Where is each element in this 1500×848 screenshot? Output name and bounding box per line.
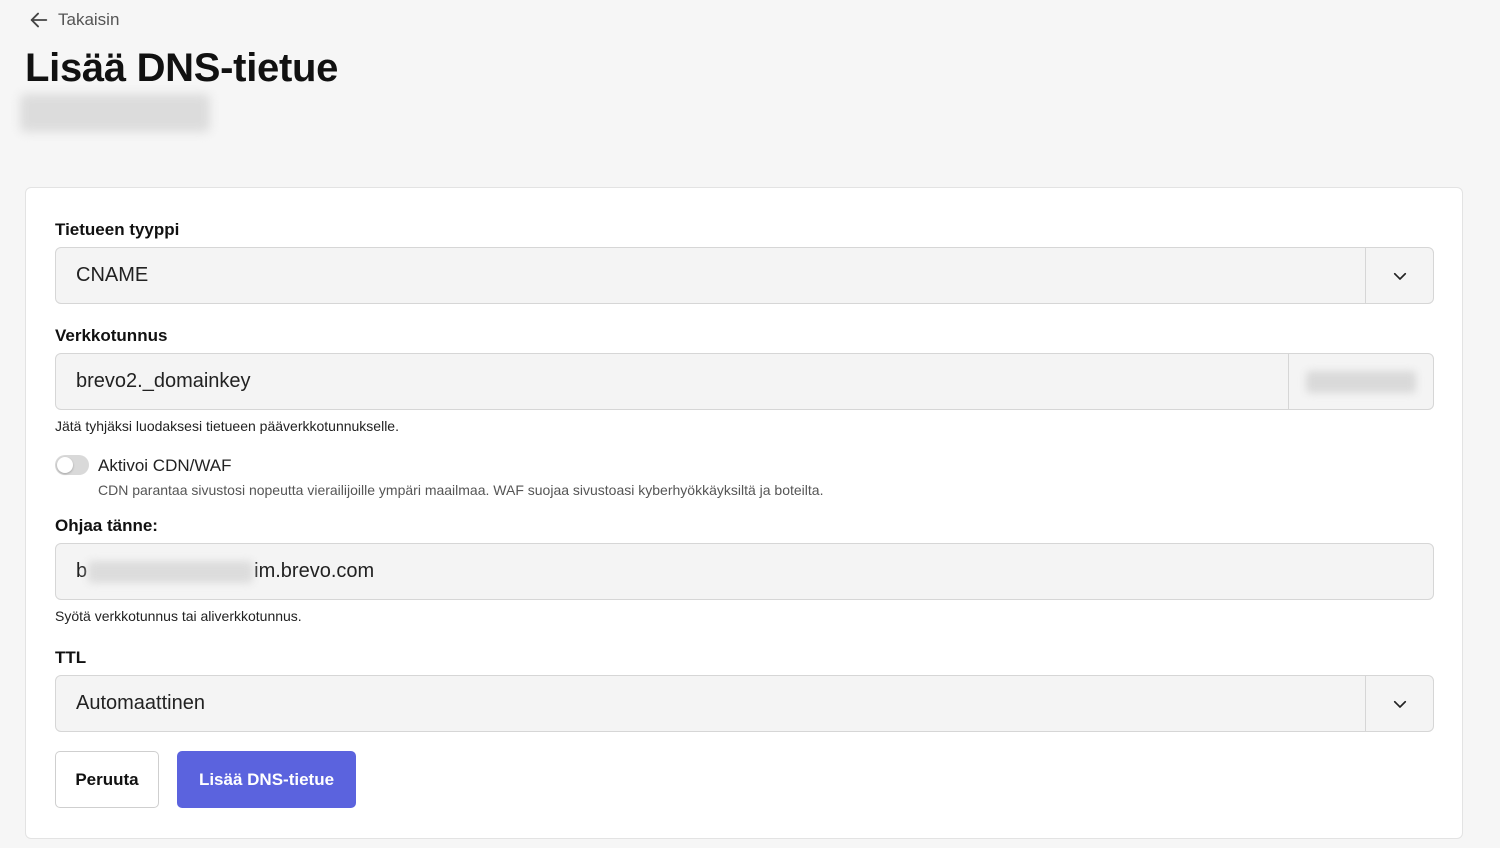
- back-label: Takaisin: [58, 10, 120, 29]
- ttl-select[interactable]: Automaattinen: [55, 675, 1434, 732]
- target-input[interactable]: b im.brevo.com: [55, 543, 1434, 600]
- page-title: Lisää DNS-tietue: [25, 46, 339, 90]
- add-dns-record-button[interactable]: Lisää DNS-tietue: [177, 751, 356, 808]
- domain-hint: Jätä tyhjäksi luodaksesi tietueen pääver…: [55, 418, 399, 434]
- target-value-prefix: b: [76, 560, 88, 582]
- back-link[interactable]: Takaisin: [28, 9, 119, 31]
- chevron-down-icon: [1393, 272, 1406, 280]
- redacted-target-part: [88, 560, 254, 583]
- cancel-button[interactable]: Peruuta: [55, 751, 159, 808]
- cdn-waf-label: Aktivoi CDN/WAF: [98, 456, 232, 475]
- target-value: b im.brevo.com: [56, 560, 374, 583]
- ttl-value: Automaattinen: [76, 692, 205, 714]
- record-type-label: Tietueen tyyppi: [55, 220, 180, 239]
- toggle-knob: [57, 457, 73, 473]
- record-type-select[interactable]: CNAME: [55, 247, 1434, 304]
- arrow-left-icon: [30, 12, 48, 28]
- domain-input[interactable]: brevo2._domainkey: [55, 353, 1434, 410]
- redacted-domain-suffix: [1306, 370, 1416, 393]
- ttl-dropdown-toggle[interactable]: [1365, 676, 1433, 731]
- chevron-down-icon: [1393, 700, 1406, 708]
- domain-label: Verkkotunnus: [55, 326, 168, 345]
- target-value-suffix: im.brevo.com: [254, 560, 375, 582]
- ttl-label: TTL: [55, 648, 87, 667]
- domain-suffix: [1288, 354, 1433, 409]
- record-type-dropdown-toggle[interactable]: [1365, 248, 1433, 303]
- target-hint: Syötä verkkotunnus tai aliverkkotunnus.: [55, 608, 302, 624]
- record-type-value: CNAME: [76, 264, 149, 286]
- cdn-waf-toggle[interactable]: [55, 455, 89, 475]
- target-label: Ohjaa tänne:: [55, 516, 158, 535]
- cdn-waf-description: CDN parantaa sivustosi nopeutta vieraili…: [98, 482, 824, 498]
- redacted-domain-name: [20, 94, 210, 132]
- domain-value: brevo2._domainkey: [76, 370, 251, 392]
- dns-record-form: Tietueen tyyppi CNAME Verkkotunnus brevo…: [25, 187, 1463, 839]
